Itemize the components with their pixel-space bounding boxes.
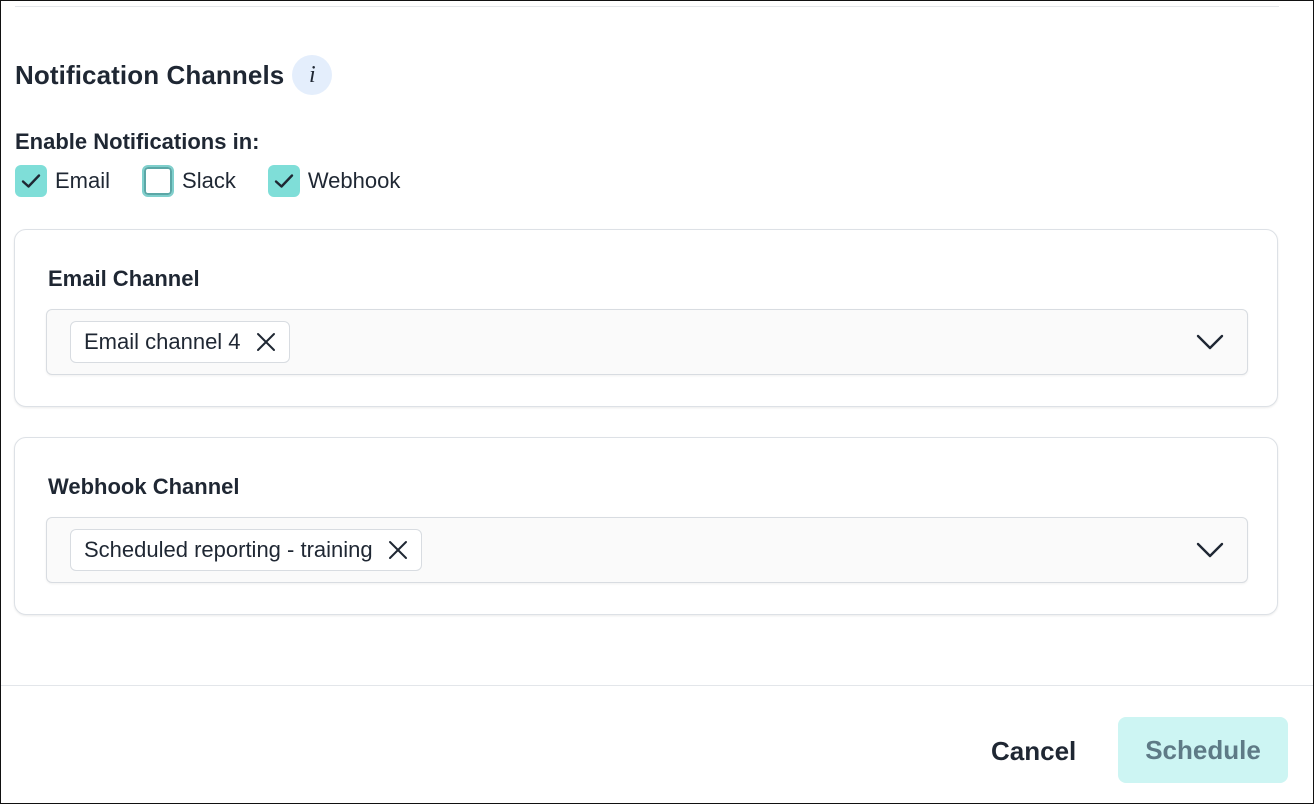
chevron-down-icon[interactable] — [1195, 538, 1225, 562]
check-icon — [21, 174, 41, 188]
checkbox-box[interactable] — [142, 165, 175, 197]
checkbox-box[interactable] — [15, 165, 47, 197]
chip-label: Scheduled reporting - training — [84, 537, 373, 562]
close-icon[interactable] — [387, 539, 409, 561]
selected-chip: Scheduled reporting - training — [70, 529, 422, 571]
selected-chip: Email channel 4 — [70, 321, 290, 363]
checkbox-box[interactable] — [267, 165, 300, 197]
email-channel-title: Email Channel — [48, 266, 200, 291]
channel-checkbox-group: Email Slack Webhook — [15, 165, 400, 197]
enable-notifications-label: Enable Notifications in: — [15, 129, 260, 154]
check-icon — [274, 174, 294, 188]
email-checkbox[interactable]: Email — [15, 165, 110, 197]
info-icon[interactable]: i — [292, 55, 333, 95]
close-icon[interactable] — [255, 331, 277, 353]
chip-label: Email channel 4 — [84, 329, 241, 354]
cancel-button[interactable]: Cancel — [979, 719, 1088, 783]
checkbox-label: Email — [55, 168, 111, 193]
slack-checkbox[interactable]: Slack — [142, 165, 236, 197]
webhook-channel-title: Webhook Channel — [48, 474, 240, 499]
webhook-channel-select[interactable]: Scheduled reporting - training — [46, 517, 1248, 583]
webhook-channel-card: Webhook Channel Scheduled reporting - tr… — [14, 437, 1278, 615]
checkbox-label: Slack — [182, 168, 236, 193]
footer-divider — [1, 685, 1313, 686]
notification-settings-panel: Notification Channels i Enable Notificat… — [0, 0, 1314, 804]
section-title: Notification Channels — [15, 59, 285, 90]
checkbox-label: Webhook — [307, 168, 401, 193]
webhook-checkbox[interactable]: Webhook — [267, 165, 401, 197]
top-divider — [15, 6, 1279, 7]
email-channel-select[interactable]: Email channel 4 — [46, 309, 1248, 375]
chevron-down-icon[interactable] — [1195, 330, 1225, 354]
email-channel-card: Email Channel Email channel 4 — [14, 229, 1278, 407]
section-header: Notification Channels i — [15, 55, 333, 95]
schedule-button[interactable]: Schedule — [1118, 717, 1288, 783]
